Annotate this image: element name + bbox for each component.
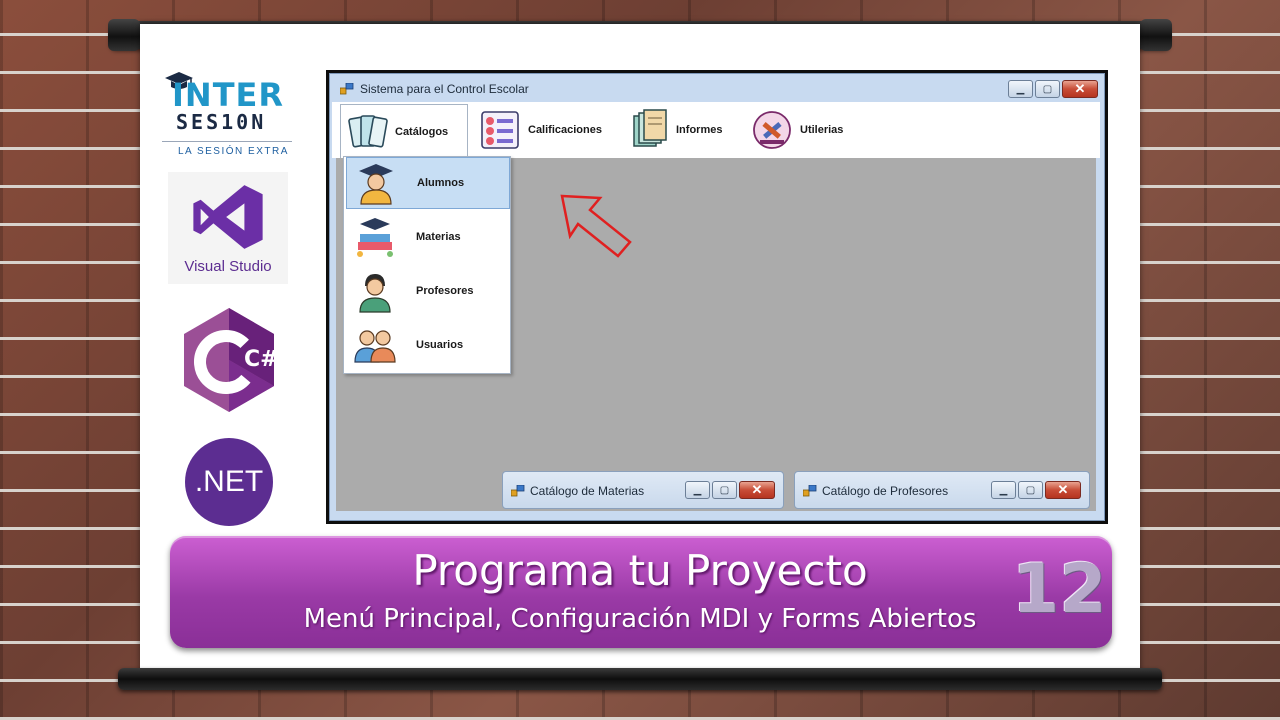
maximize-button[interactable]: ▢ <box>1018 481 1043 499</box>
subjects-icon <box>357 218 393 257</box>
csharp-glyph: C# <box>244 347 279 372</box>
window-titlebar[interactable]: Sistema para el Control Escolar ▁ ▢ ✕ <box>330 74 1104 102</box>
mdi-window-frame: Sistema para el Control Escolar ▁ ▢ ✕ Ca… <box>329 73 1105 521</box>
dropdown-item-profesores[interactable]: Profesores <box>346 265 510 317</box>
restore-down-button[interactable]: ▁ <box>685 481 710 499</box>
menu-utilerias[interactable]: Utilerias <box>746 104 864 156</box>
menu-catalogos[interactable]: Catálogos <box>340 104 468 159</box>
maximize-icon: ▢ <box>1025 484 1036 496</box>
menu-label-calificaciones: Calificaciones <box>528 124 602 136</box>
minimized-form-controls: ▁ ▢ ✕ <box>685 481 775 499</box>
dropdown-label-usuarios: Usuarios <box>416 339 464 351</box>
logo-tagline: LA SESIÓN EXTRA <box>178 146 289 157</box>
close-icon: ✕ <box>1057 482 1069 497</box>
minimize-icon: ▁ <box>999 484 1008 496</box>
maximize-button[interactable]: ▢ <box>1035 80 1060 98</box>
dotnet-logo: .NET <box>185 438 273 526</box>
minimized-form-controls: ▁ ▢ ✕ <box>991 481 1081 499</box>
maximize-button[interactable]: ▢ <box>712 481 737 499</box>
roller-cap-left <box>108 19 140 51</box>
close-button[interactable]: ✕ <box>1045 481 1081 499</box>
close-button[interactable]: ✕ <box>1062 80 1098 98</box>
dropdown-item-usuarios[interactable]: Usuarios <box>346 319 510 371</box>
dropdown-item-materias[interactable]: Materias <box>346 211 510 263</box>
minimize-icon: ▁ <box>1016 83 1025 95</box>
app-window-icon <box>340 83 354 95</box>
catalogos-dropdown-menu: Alumnos Materias Profesores Usuarios <box>343 156 511 374</box>
menu-label-utilerias: Utilerias <box>800 124 844 136</box>
maximize-icon: ▢ <box>1042 83 1053 95</box>
minimized-form-title: Catálogo de Profesores <box>822 484 949 498</box>
dropdown-label-profesores: Profesores <box>416 285 474 297</box>
dropdown-label-alumnos: Alumnos <box>417 177 465 189</box>
inter-sesion-logo: INTER SES10N LA SESIÓN EXTRA <box>162 66 292 162</box>
window-controls: ▁ ▢ ✕ <box>1008 80 1098 98</box>
main-menu-strip: Catálogos Calificaciones Informes Utiler… <box>332 102 1100 159</box>
red-arrow-annotation-icon <box>560 194 632 258</box>
minimized-form-title: Catálogo de Materias <box>530 484 645 498</box>
inter-wordmark: INTER <box>172 76 285 114</box>
window-title: Sistema para el Control Escolar <box>360 82 529 96</box>
minimized-form-profesores[interactable]: Catálogo de Profesores ▁ ▢ ✕ <box>794 471 1090 509</box>
banner-title: Programa tu Proyecto <box>412 546 868 595</box>
close-button[interactable]: ✕ <box>739 481 775 499</box>
projector-roller-bottom <box>118 668 1162 690</box>
episode-number: 12 <box>1012 550 1107 629</box>
visual-studio-icon <box>193 185 263 249</box>
restore-down-button[interactable]: ▁ <box>991 481 1016 499</box>
menu-informes[interactable]: Informes <box>622 104 742 156</box>
banner-subtitle: Menú Principal, Configuración MDI y Form… <box>303 604 977 634</box>
visual-studio-logo: Visual Studio <box>168 172 288 284</box>
sesion-wordmark: SES10N <box>176 110 267 134</box>
form-window-icon <box>511 485 525 497</box>
catalog-cards-icon <box>348 115 388 148</box>
users-icon <box>354 330 396 363</box>
close-icon: ✕ <box>1074 81 1086 96</box>
student-graduate-icon <box>359 164 393 205</box>
title-banner: Programa tu Proyecto Menú Principal, Con… <box>170 536 1112 648</box>
minimized-form-materias[interactable]: Catálogo de Materias ▁ ▢ ✕ <box>502 471 784 509</box>
form-window-icon <box>803 485 817 497</box>
maximize-icon: ▢ <box>719 484 730 496</box>
logo-divider <box>162 141 292 142</box>
tools-icon <box>753 111 791 149</box>
visual-studio-label: Visual Studio <box>184 258 272 275</box>
close-icon: ✕ <box>751 482 763 497</box>
dropdown-label-materias: Materias <box>416 231 461 243</box>
teacher-icon <box>359 274 391 313</box>
dotnet-label: .NET <box>194 465 264 498</box>
menu-calificaciones[interactable]: Calificaciones <box>474 104 614 156</box>
mdi-parent-window: Sistema para el Control Escolar ▁ ▢ ✕ Ca… <box>326 70 1108 524</box>
minimize-icon: ▁ <box>693 484 702 496</box>
menu-label-informes: Informes <box>676 124 723 136</box>
menu-label-catalogos: Catálogos <box>395 126 449 138</box>
minimize-button[interactable]: ▁ <box>1008 80 1033 98</box>
csharp-logo-icon: C# <box>184 308 279 412</box>
roller-cap-right <box>1140 19 1172 51</box>
dropdown-item-alumnos[interactable]: Alumnos <box>346 157 510 209</box>
reports-documents-icon <box>633 109 667 147</box>
grades-checklist-icon <box>481 111 519 149</box>
